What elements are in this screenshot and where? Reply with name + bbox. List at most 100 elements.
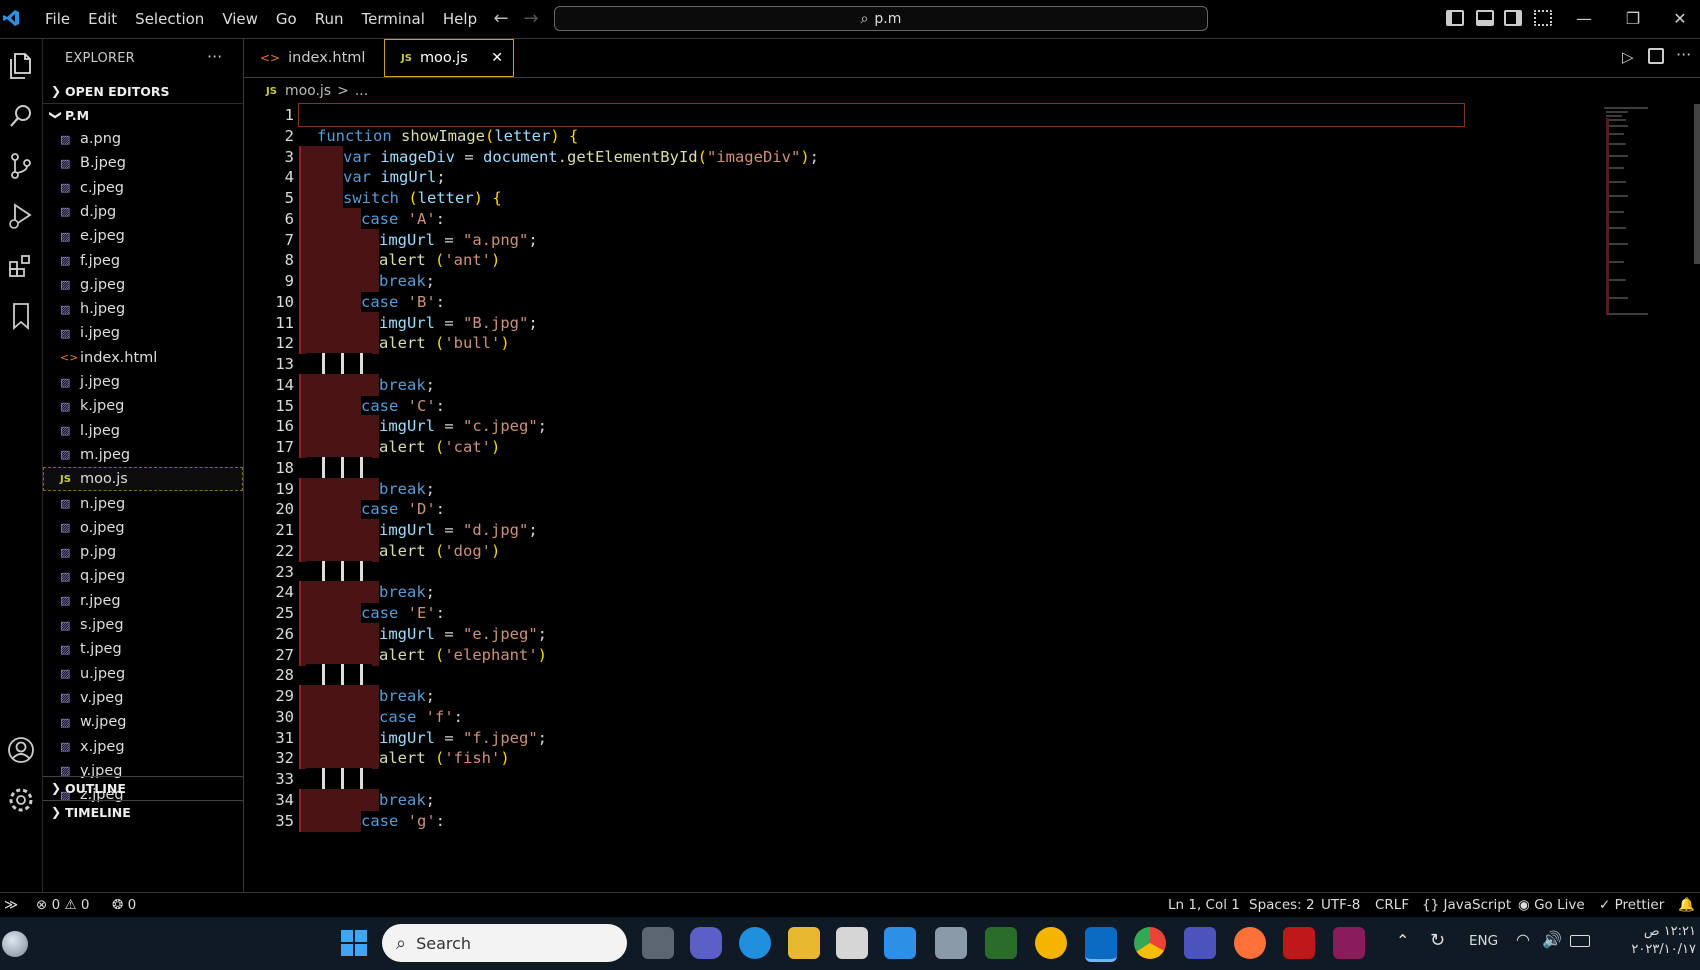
file-item[interactable]: ▨ o.jpeg <box>43 516 243 540</box>
toggle-panel-icon[interactable] <box>1476 10 1494 26</box>
split-editor-icon[interactable] <box>1648 48 1664 64</box>
menu-go[interactable]: Go <box>267 0 306 38</box>
timeline-section[interactable]: ❯ TIMELINE <box>43 801 243 823</box>
menu-selection[interactable]: Selection <box>126 0 213 38</box>
firefox-icon[interactable] <box>1234 927 1266 959</box>
toggle-secondary-sidebar-icon[interactable] <box>1504 10 1522 26</box>
file-item[interactable]: ▨ t.jpeg <box>43 637 243 661</box>
chrome-icon[interactable] <box>1134 927 1166 959</box>
input-language[interactable]: ENG <box>1469 933 1498 949</box>
notifications-bell-icon[interactable]: 🔔 <box>1678 893 1695 918</box>
go-live-button[interactable]: ◉ Go Live <box>1518 893 1585 918</box>
winrar-icon[interactable] <box>1333 927 1365 959</box>
file-item[interactable]: ▨ u.jpeg <box>43 662 243 686</box>
toggle-sidebar-icon[interactable] <box>1446 10 1464 26</box>
file-item[interactable]: ▨ B.jpeg <box>43 151 243 175</box>
file-item[interactable]: ▨ a.png <box>43 127 243 151</box>
chevron-up-icon[interactable]: ⌃ <box>1396 931 1409 950</box>
ports-indicator[interactable]: ❂ 0 <box>112 893 136 918</box>
norton-icon[interactable] <box>1035 927 1067 959</box>
vertical-scrollbar[interactable] <box>1694 104 1700 264</box>
close-tab-icon[interactable]: ✕ <box>491 50 503 66</box>
volume-icon[interactable]: 🔊 <box>1542 930 1562 949</box>
file-item[interactable]: ▨ m.jpeg <box>43 443 243 467</box>
indentation[interactable]: Spaces: 2 <box>1249 893 1315 918</box>
tab-index-html[interactable]: <> index.html <box>244 39 384 77</box>
file-item[interactable]: ▨ p.jpg <box>43 540 243 564</box>
file-item[interactable]: ▨ r.jpeg <box>43 589 243 613</box>
breadcrumb-symbol[interactable]: ... <box>355 83 368 99</box>
more-actions-icon[interactable]: ··· <box>207 47 222 66</box>
file-item[interactable]: ▨ n.jpeg <box>43 492 243 516</box>
file-item[interactable]: <> index.html <box>43 346 243 370</box>
tab-moo-js[interactable]: JS moo.js ✕ <box>384 39 514 77</box>
language-mode[interactable]: {} JavaScript <box>1422 893 1511 918</box>
extensions-icon[interactable] <box>4 249 38 283</box>
cursor-position[interactable]: Ln 1, Col 1 <box>1168 893 1240 918</box>
sync-icon[interactable]: ↻ <box>1430 930 1445 951</box>
menu-run[interactable]: Run <box>306 0 353 38</box>
edge-browser-icon[interactable] <box>739 927 771 959</box>
encoding[interactable]: UTF-8 <box>1321 893 1360 918</box>
customize-layout-icon[interactable] <box>1534 10 1552 26</box>
start-windows-icon[interactable] <box>340 929 368 957</box>
search-icon[interactable] <box>4 99 38 133</box>
more-actions-icon[interactable]: ··· <box>1676 45 1691 64</box>
file-item[interactable]: ▨ k.jpeg <box>43 394 243 418</box>
task-view-icon[interactable] <box>642 927 674 959</box>
menu-terminal[interactable]: Terminal <box>353 0 434 38</box>
file-item[interactable]: ▨ j.jpeg <box>43 370 243 394</box>
file-item[interactable]: ▨ s.jpeg <box>43 613 243 637</box>
mcafee-icon[interactable] <box>1283 927 1315 959</box>
menu-file[interactable]: File <box>36 0 79 38</box>
file-item[interactable]: ▨ l.jpeg <box>43 419 243 443</box>
settings-gear-icon[interactable] <box>4 783 38 817</box>
file-item[interactable]: ▨ f.jpeg <box>43 249 243 273</box>
outline-section[interactable]: ❯ OUTLINE <box>43 777 243 799</box>
command-center-search[interactable]: ⌕ p.m <box>554 6 1208 31</box>
file-item[interactable]: ▨ c.jpeg <box>43 176 243 200</box>
forward-arrow-icon[interactable]: → <box>520 8 542 30</box>
bookmark-icon[interactable] <box>4 299 38 333</box>
menu-view[interactable]: View <box>213 0 267 38</box>
file-item[interactable]: ▨ h.jpeg <box>43 297 243 321</box>
breadcrumb-file[interactable]: moo.js <box>285 83 331 99</box>
problems-indicator[interactable]: ⊗ 0 ⚠ 0 <box>36 893 90 918</box>
menu-edit[interactable]: Edit <box>79 0 126 38</box>
restore-icon[interactable]: ❐ <box>1613 0 1653 38</box>
remote-icon[interactable]: ≫ <box>4 893 18 918</box>
mail-icon[interactable] <box>884 927 916 959</box>
prettier-status[interactable]: ✓ Prettier <box>1599 893 1664 918</box>
calculator-icon[interactable] <box>935 927 967 959</box>
run-code-icon[interactable]: ▷ <box>1622 48 1634 66</box>
teams-icon[interactable] <box>1184 927 1216 959</box>
app-icon[interactable] <box>985 927 1017 959</box>
teams-chat-icon[interactable] <box>690 927 722 959</box>
file-item[interactable]: ▨ w.jpeg <box>43 710 243 734</box>
run-debug-icon[interactable] <box>4 199 38 233</box>
close-window-icon[interactable]: ✕ <box>1660 0 1700 38</box>
code-editor[interactable]: 1 2 function showImage(letter) {3 var image… <box>244 103 1594 892</box>
file-item[interactable]: ▨ e.jpeg <box>43 224 243 248</box>
file-item[interactable]: JS moo.js <box>43 467 243 492</box>
line-endings[interactable]: CRLF <box>1375 893 1409 918</box>
file-item[interactable]: ▨ i.jpeg <box>43 321 243 345</box>
clock[interactable]: ١٢:٢١ ص ٢٠٢٣/١٠/١٧ <box>1604 923 1696 959</box>
battery-icon[interactable] <box>1570 935 1590 947</box>
back-arrow-icon[interactable]: ← <box>490 8 512 30</box>
file-explorer-icon[interactable] <box>788 927 820 959</box>
open-editors-section[interactable]: ❯ OPEN EDITORS <box>43 80 243 102</box>
vscode-taskbar-icon[interactable] <box>1085 927 1117 962</box>
wifi-icon[interactable]: ◠ <box>1516 930 1530 949</box>
file-item[interactable]: ▨ d.jpg <box>43 200 243 224</box>
menu-help[interactable]: Help <box>434 0 486 38</box>
store-icon[interactable] <box>836 927 868 959</box>
file-item[interactable]: ▨ q.jpeg <box>43 564 243 588</box>
explorer-icon[interactable] <box>4 49 38 83</box>
file-item[interactable]: ▨ g.jpeg <box>43 273 243 297</box>
account-icon[interactable] <box>4 733 38 767</box>
weather-icon[interactable] <box>2 931 28 957</box>
minimize-icon[interactable]: — <box>1564 0 1604 38</box>
file-item[interactable]: ▨ x.jpeg <box>43 735 243 759</box>
source-control-icon[interactable] <box>4 149 38 183</box>
